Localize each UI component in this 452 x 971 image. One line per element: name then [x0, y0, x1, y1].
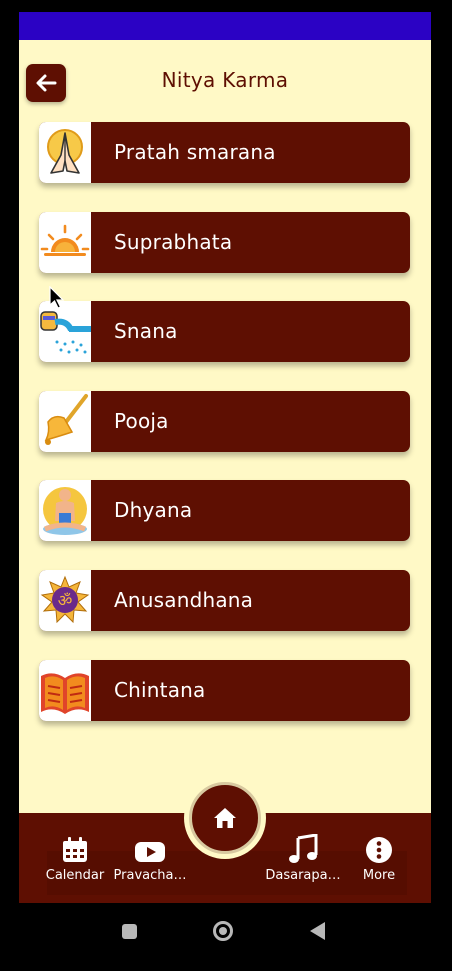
nav-pravachana[interactable]: Pravacha…	[112, 836, 188, 883]
more-icon	[366, 837, 392, 863]
list-item-pooja[interactable]: Pooja	[39, 390, 410, 452]
thumb	[39, 301, 91, 363]
page-title: Nitya Karma	[161, 68, 289, 92]
item-label: Suprabhata	[114, 229, 233, 254]
thumb: ॐ	[39, 569, 91, 631]
water-pot-icon	[40, 310, 91, 354]
youtube-icon	[135, 842, 165, 862]
thumb	[39, 480, 91, 542]
book-icon	[41, 673, 89, 715]
mouse-cursor-icon	[49, 286, 65, 309]
home-button[interactable]	[189, 782, 261, 854]
praying-hands-icon	[47, 128, 83, 174]
thumb	[39, 122, 91, 183]
system-nav-bar	[0, 903, 452, 971]
item-label: Chintana	[114, 677, 206, 702]
list-item-suprabhata[interactable]: Suprabhata	[39, 211, 410, 273]
nav-label: Pravacha…	[113, 868, 187, 883]
nav-dasarapada[interactable]: Dasarapa…	[265, 834, 341, 883]
status-bar	[19, 12, 431, 40]
thumb	[39, 659, 91, 721]
item-label: Anusandhana	[114, 587, 254, 612]
home-icon	[214, 808, 236, 828]
item-label: Dhyana	[114, 498, 193, 523]
thumb	[39, 211, 91, 273]
recents-button[interactable]	[122, 924, 137, 939]
item-label: Pooja	[114, 408, 169, 433]
list-item-dhyana[interactable]: Dhyana	[39, 480, 410, 542]
list-item-chintana[interactable]: Chintana	[39, 659, 410, 721]
system-home-button[interactable]	[213, 921, 233, 941]
nav-more[interactable]: More	[341, 836, 417, 883]
nav-label: Calendar	[45, 868, 105, 883]
nav-label: Dasarapa…	[265, 868, 341, 883]
karma-list: Pratah smarana Suprabhata Snana Pooja Dh…	[39, 122, 410, 749]
thumb	[39, 390, 91, 452]
nav-label: More	[362, 868, 396, 883]
item-label: Pratah smarana	[114, 140, 276, 164]
list-item-snana[interactable]: Snana	[39, 301, 410, 363]
system-back-button[interactable]	[310, 922, 325, 940]
bell-icon	[44, 394, 88, 446]
svg-text:ॐ: ॐ	[58, 591, 73, 610]
meditation-icon	[43, 486, 87, 535]
item-label: Snana	[114, 319, 178, 344]
om-icon: ॐ	[40, 576, 90, 624]
music-note-icon	[289, 834, 318, 863]
nav-calendar[interactable]: Calendar	[37, 836, 113, 883]
app-screen: Nitya Karma Pratah smarana Suprabhata Sn…	[19, 40, 431, 813]
list-item-anusandhana[interactable]: ॐ Anusandhana	[39, 569, 410, 631]
sunrise-icon	[40, 224, 90, 257]
list-item-pratah-smarana[interactable]: Pratah smarana	[39, 122, 410, 183]
calendar-icon	[63, 837, 87, 862]
